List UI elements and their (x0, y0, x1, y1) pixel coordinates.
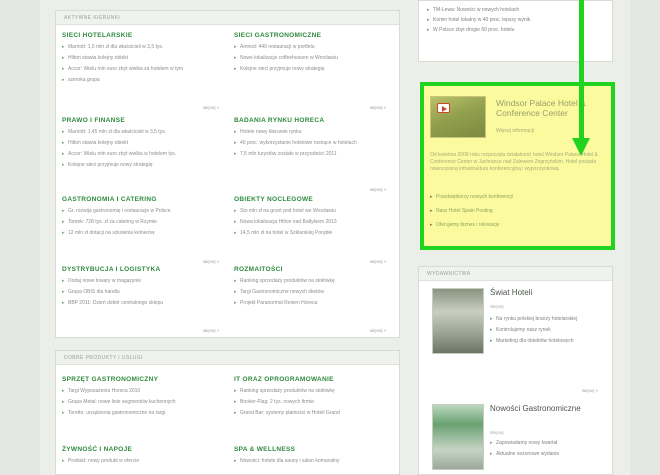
list-item[interactable]: Produkt: nowy produkt w ofercie (62, 458, 227, 465)
magazine-subtitle[interactable]: Więcej (490, 430, 504, 435)
magazine-cover[interactable] (432, 288, 484, 354)
section-title[interactable]: PRAWO I FINANSE (62, 117, 227, 124)
magazine-nowosci-gastronomiczne: Nowości Gastronomiczne Więcej Zapowiadam… (432, 404, 602, 475)
list-item[interactable]: Targi Gastronomiczne nowych tiketów (234, 289, 399, 296)
magazine-subtitle[interactable]: Więcej (490, 304, 504, 309)
section-spa-wellness: SPA & WELLNESS Nowości: hotele dla sauny… (234, 446, 399, 469)
list-item[interactable]: Dodaj nowe towary w magazynie (62, 278, 227, 285)
list-item[interactable]: Accor: Wielu mln euro zbyt wielka w hote… (62, 151, 227, 158)
list-item[interactable]: Nowa lokalizacja Hilton nad Bałtykiem 20… (234, 219, 399, 226)
list-item[interactable]: Targi Wyposażenia Horeca 2010 (62, 388, 227, 395)
list-item[interactable]: szeroka grupa (62, 77, 227, 84)
news-link[interactable]: W Polsce zbyt drogie 50 proc. hotelu (427, 27, 604, 34)
list-item[interactable]: Sto mln zł na grunt pod hotel we Wrocław… (234, 208, 399, 215)
list-item[interactable]: Grand Bar: systemy płatności w Hoteli Gr… (234, 410, 399, 417)
list-item[interactable]: Accor: Wielu mln euro zbyt wielka za hot… (62, 66, 227, 73)
magazine-title[interactable]: Świat Hoteli (490, 288, 600, 297)
section-title[interactable]: SPRZĘT GASTRONOMICZNY (62, 376, 227, 383)
annotation-arrow-shaft (579, 0, 584, 140)
list-item[interactable]: Nowe lokalizacje coffeeheaven w Wrocławi… (234, 55, 399, 62)
news-link[interactable]: Komin hotel lokalny w 40 proc. lepszy wy… (427, 17, 604, 24)
magazine-links: Na rynku polskiej branży hotelarskiej Ko… (490, 316, 600, 349)
list-item[interactable]: BBP 2011: Dzień dobór centralnego sklepu (62, 300, 227, 307)
magazine-title[interactable]: Nowości Gastronomiczne (490, 404, 600, 413)
list-item[interactable]: Hilton stawia kolejny obiekt (62, 140, 227, 147)
list-item[interactable]: Tomek: 728 tys. zł za catering w Rzymie (62, 219, 227, 226)
promo-links: Przedsiębiorcy nowych konferencji Nasz H… (430, 194, 608, 236)
promo-link[interactable]: Oferujemy biznes i rekreacje (430, 222, 608, 228)
list-item[interactable]: Hilton stawia kolejny obiekt (62, 55, 227, 62)
list-item[interactable]: Kolejne sieci przyjmuje nowy strategię (234, 66, 399, 73)
list-item[interactable]: Toretto: urządzenia gastronomiczne na ta… (62, 410, 227, 417)
list-item[interactable]: Hotele nowy kierunek rynku (234, 129, 399, 136)
magazine-link[interactable]: Kontrolujemy nasz rynek (490, 327, 600, 333)
list-item[interactable]: Amrest: 440 restauracji w portfelu (234, 44, 399, 51)
list-item[interactable]: 40 proc. wykorzystanie hotelowe rosnące … (234, 140, 399, 147)
section-title[interactable]: SIECI HOTELARSKIE (62, 32, 227, 39)
section-title[interactable]: GASTRONOMIA I CATERING (62, 196, 227, 203)
section-gastronomy-catering: GASTRONOMIA I CATERING Gr. rozwija gastr… (62, 196, 227, 241)
play-icon[interactable] (437, 103, 450, 113)
promo-subtitle[interactable]: Więcej informacji (496, 128, 534, 134)
promo-link[interactable]: Przedsiębiorcy nowych konferencji (430, 194, 608, 200)
list-item[interactable]: Grupa Metal: nowe linie segmentów kuchen… (62, 399, 227, 406)
section-distribution-logistics: DYSTRYBUCJA I LOGISTYKA Dodaj nowe towar… (62, 266, 227, 311)
magazine-swiat-hoteli: Świat Hoteli Więcej Na rynku polskiej br… (432, 288, 602, 373)
list-item[interactable]: 7,5 mln turystów zostało w przyszłości 2… (234, 151, 399, 158)
list-item[interactable]: Booker-Flag: 2 tys. nowych firmie (234, 399, 399, 406)
section-miscellany: ROZMAITOŚCI Ranking sprzedaży produktów … (234, 266, 399, 311)
section-market-research: BADANIA RYNKU HORECA Hotele nowy kierune… (234, 117, 399, 162)
panel-header: Wydawnictwa (419, 267, 612, 281)
list-item[interactable]: Projekt Paranormal Reisen Horeca (234, 300, 399, 307)
promo-box[interactable]: Windsor Palace Hotel & Conference Center… (420, 82, 615, 250)
more-link[interactable]: więcej » (203, 328, 219, 333)
section-gastro-equipment: SPRZĘT GASTRONOMICZNY Targi Wyposażenia … (62, 376, 227, 421)
list-item[interactable]: Ranking sprzedaży produktów na stołówkę (234, 388, 399, 395)
section-title[interactable]: SIECI GASTRONOMICZNE (234, 32, 399, 39)
more-link[interactable]: więcej » (203, 259, 219, 264)
section-lodging: OBIEKTY NOCLEGOWE Sto mln zł na grunt po… (234, 196, 399, 241)
list-item[interactable]: 14,5 mln zł na hotel w Szklarskiej Poręb… (234, 230, 399, 237)
magazine-cover[interactable] (432, 404, 484, 470)
list-item[interactable]: Gr. rozwija gastronomię i restauracje w … (62, 208, 227, 215)
list-item[interactable]: Nowości: hotele dla sauny i salon komuna… (234, 458, 399, 465)
section-title[interactable]: SPA & WELLNESS (234, 446, 399, 453)
hotel-video-thumbnail[interactable] (430, 96, 486, 138)
panel-header: Dobre produkty i usługi (56, 351, 399, 365)
list-item[interactable]: Ranking sprzedaży produktów na stołówkę (234, 278, 399, 285)
section-title[interactable]: ŻYWNOŚĆ I NAPOJE (62, 446, 227, 453)
magazine-links: Zapowiadamy nowy kwartał Aktualne sezono… (490, 440, 600, 462)
more-link[interactable]: więcej » (370, 259, 386, 264)
section-food-drinks: ŻYWNOŚĆ I NAPOJE Produkt: nowy produkt w… (62, 446, 227, 469)
list-item[interactable]: Marriott: 1,5 mln zł dla właścicieli w 3… (62, 44, 227, 51)
list-item[interactable]: Marriott: 1,45 mln zł dla właścicieli w … (62, 129, 227, 136)
magazine-link[interactable]: Marketing dla obiektów hotelowych (490, 338, 600, 344)
magazine-link[interactable]: Na rynku polskiej branży hotelarskiej (490, 316, 600, 322)
section-hotel-chains: SIECI HOTELARSKIE Marriott: 1,5 mln zł d… (62, 32, 227, 88)
more-link[interactable]: więcej » (370, 105, 386, 110)
panel-header: Aktywne kierunki (56, 11, 399, 25)
section-it-software: IT ORAZ OPROGRAMOWANIE Ranking sprzedaży… (234, 376, 399, 421)
list-item[interactable]: Grupa OBIS dla handlu (62, 289, 227, 296)
section-gastro-chains: SIECI GASTRONOMICZNE Amrest: 440 restaur… (234, 32, 399, 77)
more-link[interactable]: więcej » (370, 187, 386, 192)
promo-link[interactable]: Nasz Hotel Spain Posting (430, 208, 608, 214)
more-link[interactable]: więcej » (370, 328, 386, 333)
section-title[interactable]: BADANIA RYNKU HORECA (234, 117, 399, 124)
section-law-finance: PRAWO I FINANSE Marriott: 1,45 mln zł dl… (62, 117, 227, 173)
more-link[interactable]: więcej » (203, 105, 219, 110)
section-title[interactable]: OBIEKTY NOCLEGOWE (234, 196, 399, 203)
section-title[interactable]: IT ORAZ OPROGRAMOWANIE (234, 376, 399, 383)
list-item[interactable]: Kolejne sieci przyjmuje nowy strategię (62, 162, 227, 169)
magazine-link[interactable]: Zapowiadamy nowy kwartał (490, 440, 600, 446)
promo-title[interactable]: Windsor Palace Hotel & Conference Center (496, 98, 606, 118)
list-item[interactable]: 12 mln zł dotacji na szkolenia kelnerów (62, 230, 227, 237)
section-title[interactable]: DYSTRYBUCJA I LOGISTYKA (62, 266, 227, 273)
section-title[interactable]: ROZMAITOŚCI (234, 266, 399, 273)
annotation-arrow-head (572, 138, 590, 156)
more-link[interactable]: więcej » (582, 388, 598, 393)
magazine-link[interactable]: Aktualne sezonowe wydanie (490, 451, 600, 457)
news-link[interactable]: TM-Lewa: Nowości w nowych hotelach (427, 7, 604, 14)
